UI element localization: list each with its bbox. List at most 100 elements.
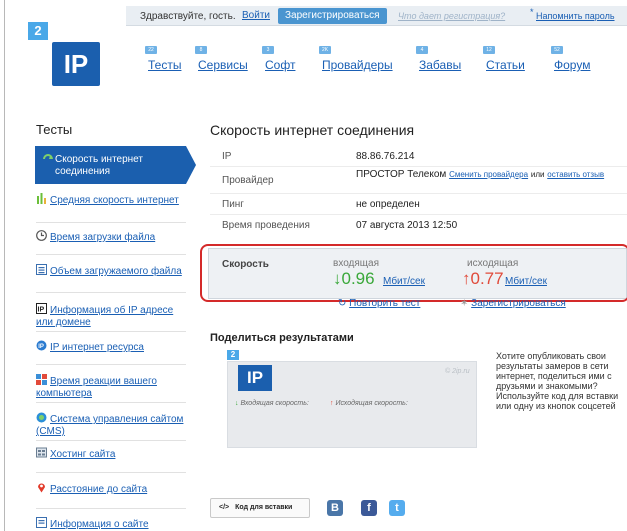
sidebar-item-resource-ip[interactable]: IP IP интернет ресурса xyxy=(36,340,186,354)
sidebar-item-label: Средняя скорость интернет xyxy=(50,195,179,206)
register-label: Зарегистрироваться xyxy=(471,298,566,309)
asterisk-icon: * xyxy=(530,7,534,17)
row-divider xyxy=(210,214,627,215)
widget-copyright: © 2ip.ru xyxy=(445,368,470,375)
sidebar-item-file-size[interactable]: Объем загружаемого файла xyxy=(36,264,186,278)
outgoing-unit-link[interactable]: Мбит/сек xyxy=(505,276,547,287)
register-button[interactable]: Зарегистрироваться xyxy=(278,8,387,24)
nav-item-providers[interactable]: 2K Провайдеры xyxy=(319,46,393,72)
reaction-icon xyxy=(36,374,47,385)
sidebar-item-label: Объем загружаемого файла xyxy=(50,266,182,277)
incoming-label: входящая xyxy=(333,258,379,269)
sidebar-item-label: Время реакции вашего компьютера xyxy=(36,376,157,399)
sidebar-divider xyxy=(36,364,186,365)
sidebar-item-reaction-time[interactable]: Время реакции вашего компьютера xyxy=(36,374,186,400)
facebook-share-icon[interactable]: f xyxy=(361,500,377,516)
clock-icon xyxy=(36,230,47,241)
nav-badge: 22 xyxy=(145,46,157,54)
file-size-icon xyxy=(36,264,47,275)
site-logo[interactable]: IP xyxy=(52,42,100,86)
provider-name: ПРОСТОР Телеком xyxy=(356,169,447,180)
nav-item-services[interactable]: 8 Сервисы xyxy=(195,46,248,72)
sidebar-divider xyxy=(36,402,186,403)
sidebar-item-ip-info[interactable]: IP Информация об IP адресе или домене xyxy=(36,303,186,329)
sidebar-title: Тесты xyxy=(36,122,73,137)
nav-label: Сервисы xyxy=(198,58,248,72)
sidebar-item-label: Информация об IP адресе или домене xyxy=(36,305,174,328)
sidebar-item-download-time[interactable]: Время загрузки файла xyxy=(36,230,186,244)
nav-badge: 8 xyxy=(195,46,207,54)
ip-value: 88.86.76.214 xyxy=(356,151,415,162)
remind-password-link[interactable]: Напомнить пароль xyxy=(536,11,615,21)
incoming-unit-link[interactable]: Мбит/сек xyxy=(383,276,425,287)
nav-badge: 2K xyxy=(319,46,331,54)
star-icon: ✶ xyxy=(460,298,472,309)
sidebar-item-speed-test[interactable]: Скорость интернет соединения xyxy=(35,146,196,184)
sidebar-divider xyxy=(36,472,186,473)
sidebar-divider xyxy=(36,222,186,223)
row-divider xyxy=(210,193,627,194)
share-description: Хотите опубликовать свои результаты заме… xyxy=(496,351,619,411)
sidebar-item-label: Хостинг сайта xyxy=(50,449,116,460)
login-link[interactable]: Войти xyxy=(242,10,270,21)
nav-label: Провайдеры xyxy=(322,58,393,72)
logo-tag: 2 xyxy=(28,22,48,40)
location-pin-icon xyxy=(36,482,47,493)
nav-item-tests[interactable]: 22 Тесты xyxy=(145,46,181,72)
test-time-label: Время проведения xyxy=(222,220,310,231)
nav-label: Забавы xyxy=(419,58,462,72)
row-divider xyxy=(210,166,627,167)
svg-text:IP: IP xyxy=(38,344,44,350)
nav-item-forum[interactable]: 52 Форум xyxy=(551,46,591,72)
change-provider-link[interactable]: Сменить провайдера xyxy=(449,170,528,179)
why-register-link[interactable]: Что дает регистрация? xyxy=(398,11,505,21)
sidebar-item-label: Время загрузки файла xyxy=(50,232,156,243)
sidebar-item-label: Информация о сайте xyxy=(50,519,149,530)
retest-icon: ↻ xyxy=(338,298,350,309)
sidebar-item-cms[interactable]: Система управления сайтом (CMS) xyxy=(36,412,186,438)
sidebar-divider xyxy=(36,254,186,255)
sidebar-item-label: Расстояние до сайта xyxy=(50,484,148,495)
sidebar-item-average-speed[interactable]: Средняя скорость интернет xyxy=(36,193,186,207)
ip-label: IP xyxy=(222,151,232,162)
svg-text:IP: IP xyxy=(38,307,45,314)
nav-item-fun[interactable]: 4 Забавы xyxy=(416,46,462,72)
share-title: Поделиться результатами xyxy=(210,332,354,344)
cms-icon xyxy=(36,412,47,423)
twitter-share-icon[interactable]: t xyxy=(389,500,405,516)
leave-review-link[interactable]: оставить отзыв xyxy=(547,170,604,179)
sidebar-item-distance[interactable]: Расстояние до сайта xyxy=(36,482,186,496)
widget-incoming-text: Входящая скорость: xyxy=(240,400,309,407)
outgoing-value: 0.77 xyxy=(470,269,504,288)
ping-value: не определен xyxy=(356,199,420,210)
page-border xyxy=(4,0,5,531)
embed-code-button[interactable]: </> Код для вставки xyxy=(210,498,310,518)
sidebar-item-site-info[interactable]: Информация о сайте xyxy=(36,517,186,531)
provider-value: ПРОСТОР Телеком Сменить провайдера или о… xyxy=(356,169,627,180)
speed-label: Скорость xyxy=(222,259,269,270)
widget-logo: IP xyxy=(238,365,272,391)
or-text: или xyxy=(530,170,545,179)
nav-badge: 4 xyxy=(416,46,428,54)
retest-label: Повторить тест xyxy=(349,298,421,309)
sidebar-item-label: IP интернет ресурса xyxy=(50,342,144,353)
top-bar: Здравствуйте, гость. Войти Зарегистриров… xyxy=(126,6,627,26)
nav-label: Форум xyxy=(554,58,591,72)
up-arrow-icon: ↑ xyxy=(462,269,471,288)
sidebar-divider xyxy=(36,440,186,441)
hosting-icon xyxy=(36,447,47,458)
code-icon: </> xyxy=(219,504,230,511)
register-link[interactable]: ✶ Зарегистрироваться xyxy=(460,298,566,309)
sidebar-item-hosting[interactable]: Хостинг сайта xyxy=(36,447,186,461)
retest-link[interactable]: ↻ Повторить тест xyxy=(338,298,420,309)
ping-label: Пинг xyxy=(222,199,244,210)
ip-icon: IP xyxy=(36,303,47,314)
provider-label: Провайдер xyxy=(222,175,274,186)
nav-badge: 3 xyxy=(262,46,274,54)
sidebar-divider xyxy=(36,292,186,293)
nav-item-software[interactable]: 3 Софт xyxy=(262,46,295,72)
widget-outgoing-label: ↑ Исходящая скорость: xyxy=(330,400,408,407)
incoming-speed: ↓0.96 xyxy=(333,269,375,289)
vk-share-icon[interactable]: B xyxy=(327,500,343,516)
nav-item-articles[interactable]: 12 Статьи xyxy=(483,46,525,72)
